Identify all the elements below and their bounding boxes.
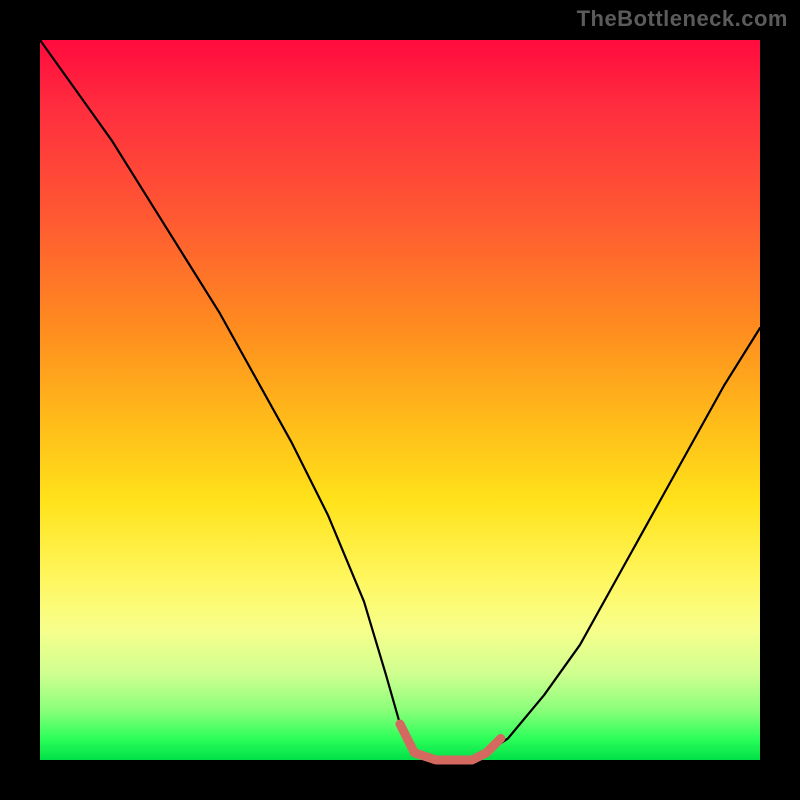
chart-frame: TheBottleneck.com bbox=[0, 0, 800, 800]
bottleneck-curve-path bbox=[40, 40, 760, 760]
curve-layer bbox=[40, 40, 760, 760]
highlight-segment-path bbox=[400, 724, 501, 760]
watermark-text: TheBottleneck.com bbox=[577, 6, 788, 32]
plot-area bbox=[40, 40, 760, 760]
